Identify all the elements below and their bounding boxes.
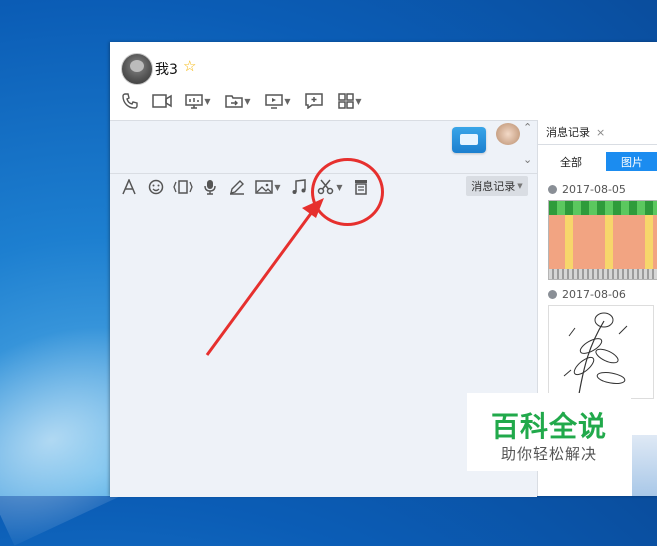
watermark-title: 百科全说 [490, 410, 607, 443]
watermark-subtitle: 助你轻松解决 [500, 445, 597, 463]
watermark-logo: 百科全说 助你轻松解决 [467, 393, 631, 471]
